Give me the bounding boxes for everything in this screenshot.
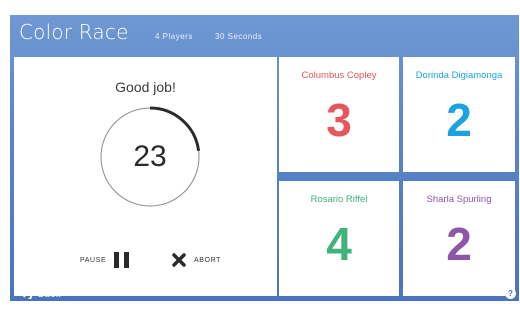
close-icon xyxy=(172,253,186,267)
player-score: 2 xyxy=(446,218,472,270)
player-name: Columbus Copley xyxy=(301,70,377,81)
back-arrow-icon xyxy=(20,289,32,299)
pause-label: PAUSE xyxy=(80,256,107,264)
footer-bar: Back 10 tiles found ? xyxy=(10,287,519,301)
timer-value: 23 xyxy=(133,140,167,173)
pause-button[interactable]: PAUSE xyxy=(80,250,130,270)
app-title: Color Race xyxy=(19,20,129,44)
color-race-app: Color Race 4 Players 30 Seconds Good job… xyxy=(10,15,519,301)
player-card: Columbus Copley 3 xyxy=(279,57,399,172)
abort-label: ABORT xyxy=(194,256,221,264)
tiles-found-text: 10 tiles found xyxy=(402,289,435,295)
player-card: Rosario Riffel 4 xyxy=(279,181,399,296)
player-name: Sharla Spurling xyxy=(426,194,492,205)
player-card: Sharla Spurling 2 xyxy=(403,181,515,296)
header: Color Race 4 Players 30 Seconds xyxy=(10,15,519,55)
back-button[interactable]: Back xyxy=(20,287,61,301)
game-duration: 30 Seconds xyxy=(215,32,263,41)
back-label: Back xyxy=(38,289,62,299)
player-score: 2 xyxy=(446,94,472,146)
abort-button[interactable]: ABORT xyxy=(172,250,221,270)
player-score: 3 xyxy=(326,94,352,146)
player-count: 4 Players xyxy=(155,32,193,41)
player-card: Dorinda Digiamonga 2 xyxy=(403,57,515,172)
help-button[interactable]: ? xyxy=(505,288,516,299)
game-status-panel: Good job! 23 PAUSE ABORT xyxy=(14,57,277,296)
player-name: Dorinda Digiamonga xyxy=(415,70,503,81)
pause-icon xyxy=(114,252,130,268)
player-score: 4 xyxy=(326,218,352,270)
player-name: Rosario Riffel xyxy=(310,194,368,205)
status-message: Good job! xyxy=(115,79,176,95)
